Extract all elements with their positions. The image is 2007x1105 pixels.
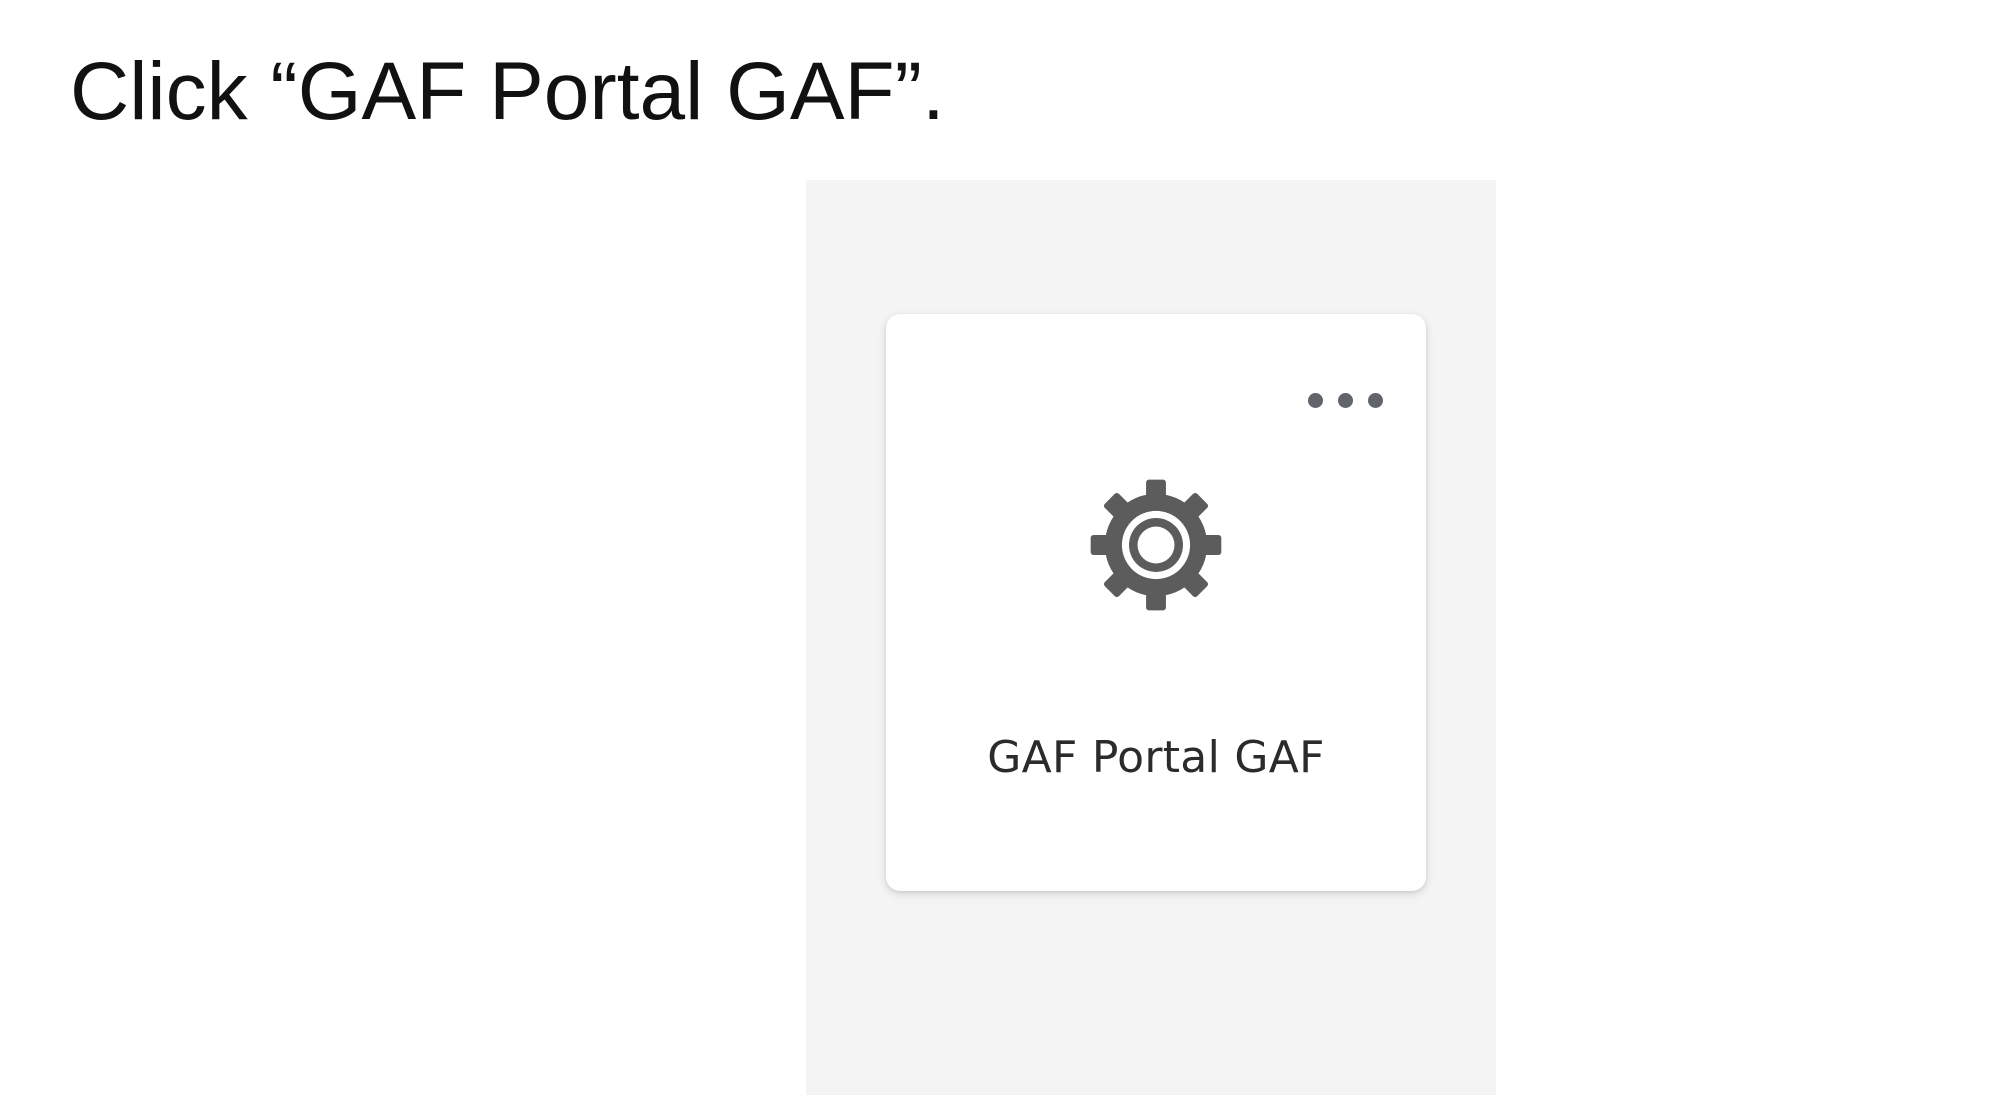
more-options-button[interactable]: [1300, 382, 1390, 418]
more-horizontal-icon: [1307, 392, 1323, 408]
app-panel: GAF Portal GAF: [806, 180, 1496, 1095]
more-horizontal-icon: [1367, 392, 1383, 408]
tile-label[interactable]: GAF Portal GAF: [886, 732, 1426, 783]
gear-icon: [1085, 474, 1227, 616]
app-tile-gaf-portal[interactable]: GAF Portal GAF: [886, 314, 1426, 891]
instruction-text: Click “GAF Portal GAF”.: [70, 46, 945, 137]
more-horizontal-icon: [1337, 392, 1353, 408]
